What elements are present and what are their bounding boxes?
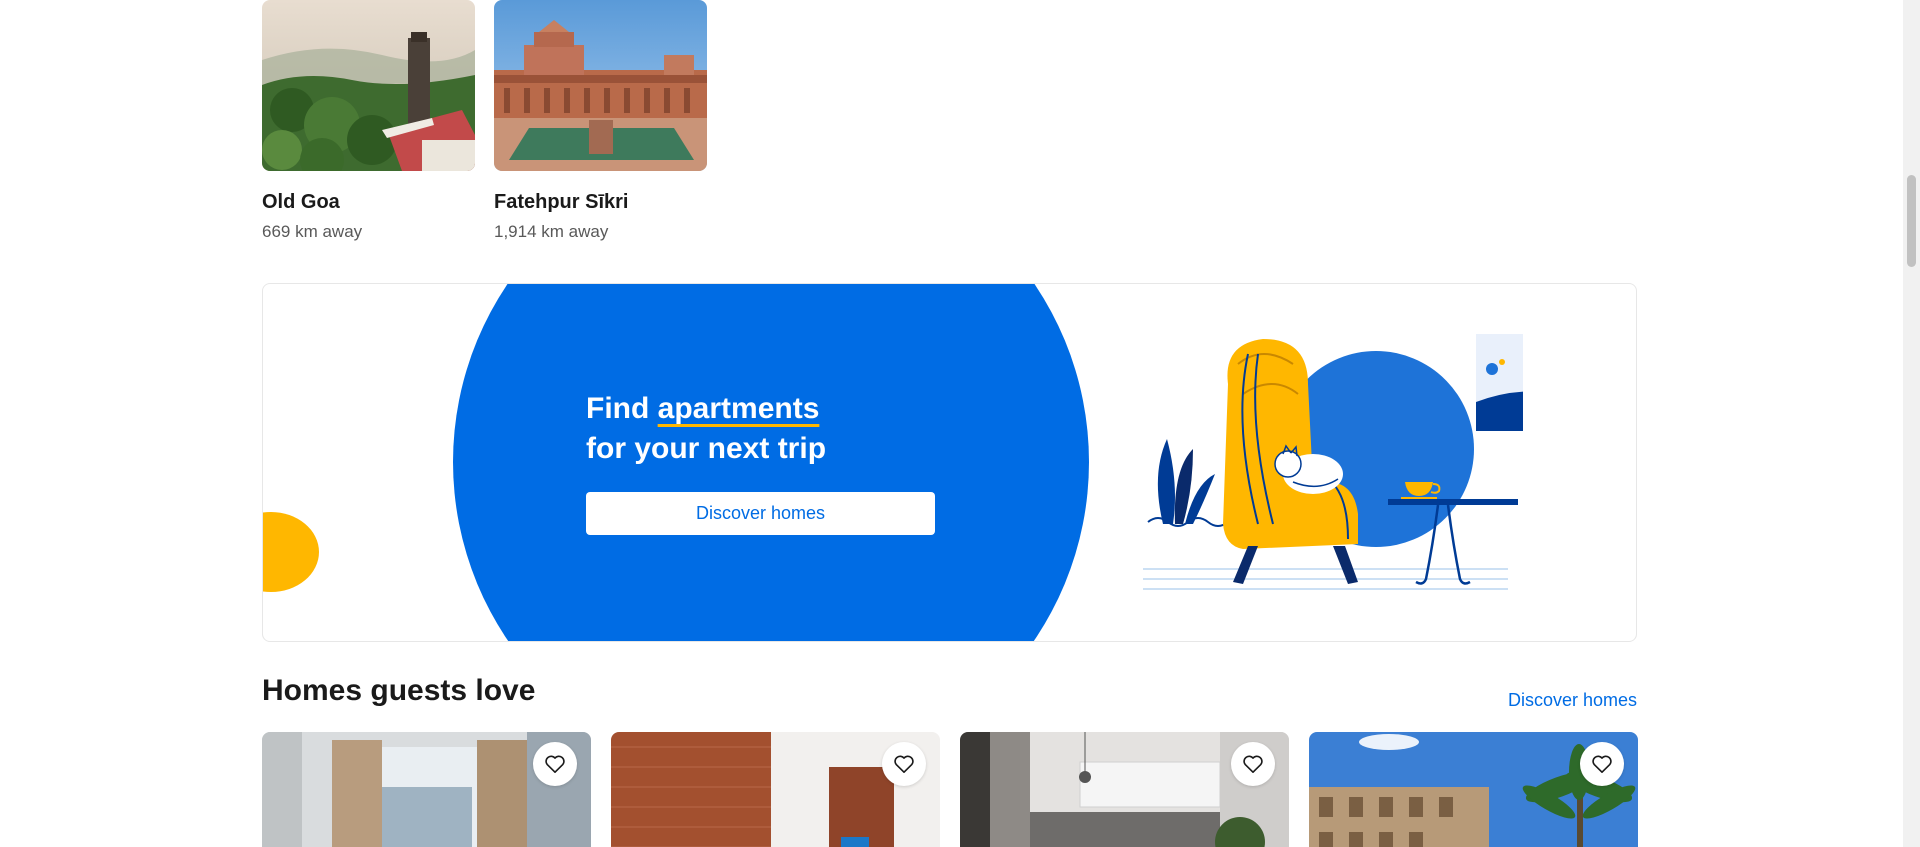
banner-title-line2: for your next trip [586, 432, 827, 465]
destination-image[interactable] [494, 0, 707, 171]
home-card[interactable] [960, 732, 1289, 847]
destination-name[interactable]: Old Goa [262, 191, 475, 214]
banner-title: Find apartments for your next trip [586, 389, 1006, 469]
home-card[interactable] [1309, 732, 1638, 847]
home-card[interactable] [611, 732, 940, 847]
favorite-button[interactable] [1231, 742, 1275, 786]
apartments-promo-banner: Find apartments for your next trip Disco… [262, 283, 1637, 642]
heart-icon [545, 755, 565, 773]
favorite-button[interactable] [1580, 742, 1624, 786]
page-scrollbar[interactable] [1903, 0, 1920, 847]
armchair-illustration [1143, 334, 1523, 590]
scrollbar-thumb[interactable] [1907, 175, 1916, 267]
homes-section-title: Homes guests love [262, 674, 536, 707]
heart-icon [1243, 755, 1263, 773]
favorite-button[interactable] [882, 742, 926, 786]
decorative-yellow-circle [263, 512, 319, 592]
destination-card-fatehpur-sikri[interactable]: Fatehpur Sīkri 1,914 km away [494, 0, 707, 242]
destination-distance: 1,914 km away [494, 222, 609, 241]
favorite-button[interactable] [533, 742, 577, 786]
discover-homes-link[interactable]: Discover homes [1508, 690, 1637, 711]
destination-image[interactable] [262, 0, 475, 171]
banner-title-prefix: Find [586, 392, 658, 425]
destination-card-old-goa[interactable]: Old Goa 669 km away [262, 0, 475, 242]
destination-distance: 669 km away [262, 222, 363, 241]
home-card[interactable] [262, 732, 591, 847]
banner-title-highlight: apartments [657, 392, 820, 425]
heart-icon [1592, 755, 1612, 773]
heart-icon [894, 755, 914, 773]
destination-name[interactable]: Fatehpur Sīkri [494, 191, 707, 214]
discover-homes-button[interactable]: Discover homes [586, 492, 935, 535]
